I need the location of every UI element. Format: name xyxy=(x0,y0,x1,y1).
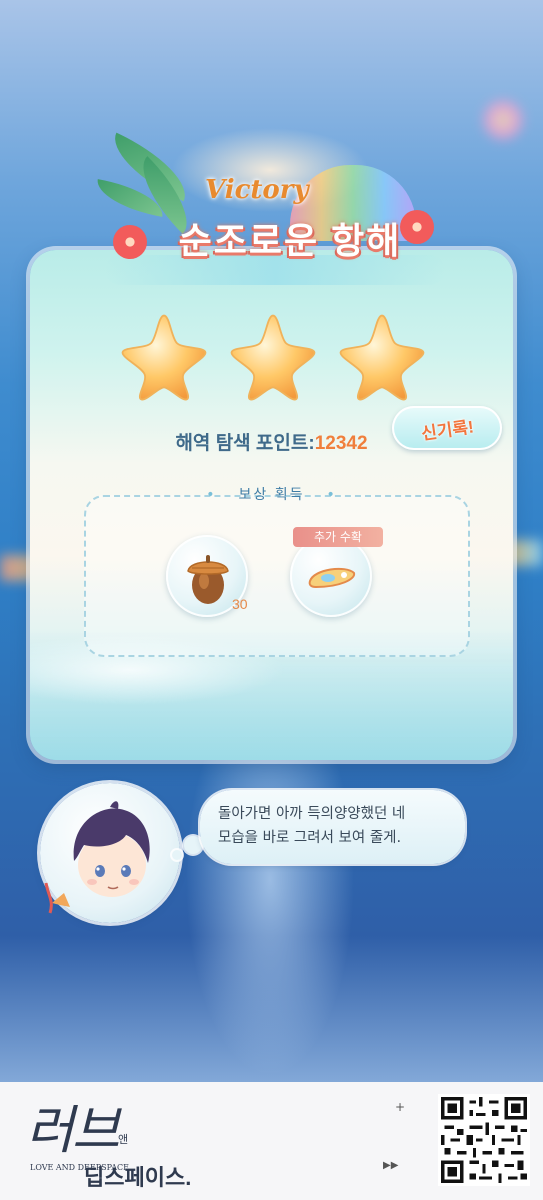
plus-icon: + xyxy=(395,1100,406,1114)
result-title: 순조로운 항해 xyxy=(178,220,402,261)
reward-item-hair-clip[interactable] xyxy=(290,535,372,617)
title-banner: Victory 순조로운 항해 xyxy=(93,132,455,290)
dialog-bubble[interactable]: 돌아가면 아까 득의양양했던 네 모습을 바로 그려서 보여 줄게. xyxy=(200,790,465,864)
star-icon xyxy=(339,314,425,401)
dialog-line-2: 모습을 바로 그려서 보여 줄게. xyxy=(218,830,402,846)
reward-header: • 보상 획득 • xyxy=(0,484,543,504)
reward-header-label: 보상 획득 xyxy=(238,487,305,503)
star-icon xyxy=(121,314,207,401)
divider-dot: • xyxy=(326,487,337,503)
game-logo-name: 딥스페이스. xyxy=(84,1165,192,1190)
star-icon xyxy=(230,314,316,401)
points-label: 해역 탐색 포인트: xyxy=(175,433,315,454)
new-record-label: 신기록! xyxy=(419,416,475,444)
game-logo: 러브 xyxy=(26,1101,120,1161)
hair-clip-icon xyxy=(308,567,356,589)
reward-box xyxy=(84,495,470,657)
star-rating xyxy=(118,310,428,410)
divider-dot: • xyxy=(206,487,217,503)
new-record-badge: 신기록! xyxy=(392,406,502,450)
acorn-quantity: 30 xyxy=(232,596,248,612)
rainbow-glow xyxy=(483,100,523,140)
dialog-line-1: 돌아가면 아까 득의양양했던 네 xyxy=(218,806,406,822)
play-icon: ▶▶ xyxy=(383,1160,399,1171)
character-avatar xyxy=(40,783,180,923)
dialog-tail-small xyxy=(172,850,182,860)
victory-label: Victory xyxy=(205,175,309,205)
game-logo-suffix: 앤 xyxy=(118,1133,129,1146)
avatar xyxy=(44,801,150,914)
qr-code-icon xyxy=(438,1094,530,1186)
points-value: 12342 xyxy=(314,433,368,454)
extra-harvest-tag: 추가 수확 xyxy=(293,527,383,547)
dialog-tail xyxy=(184,836,202,854)
